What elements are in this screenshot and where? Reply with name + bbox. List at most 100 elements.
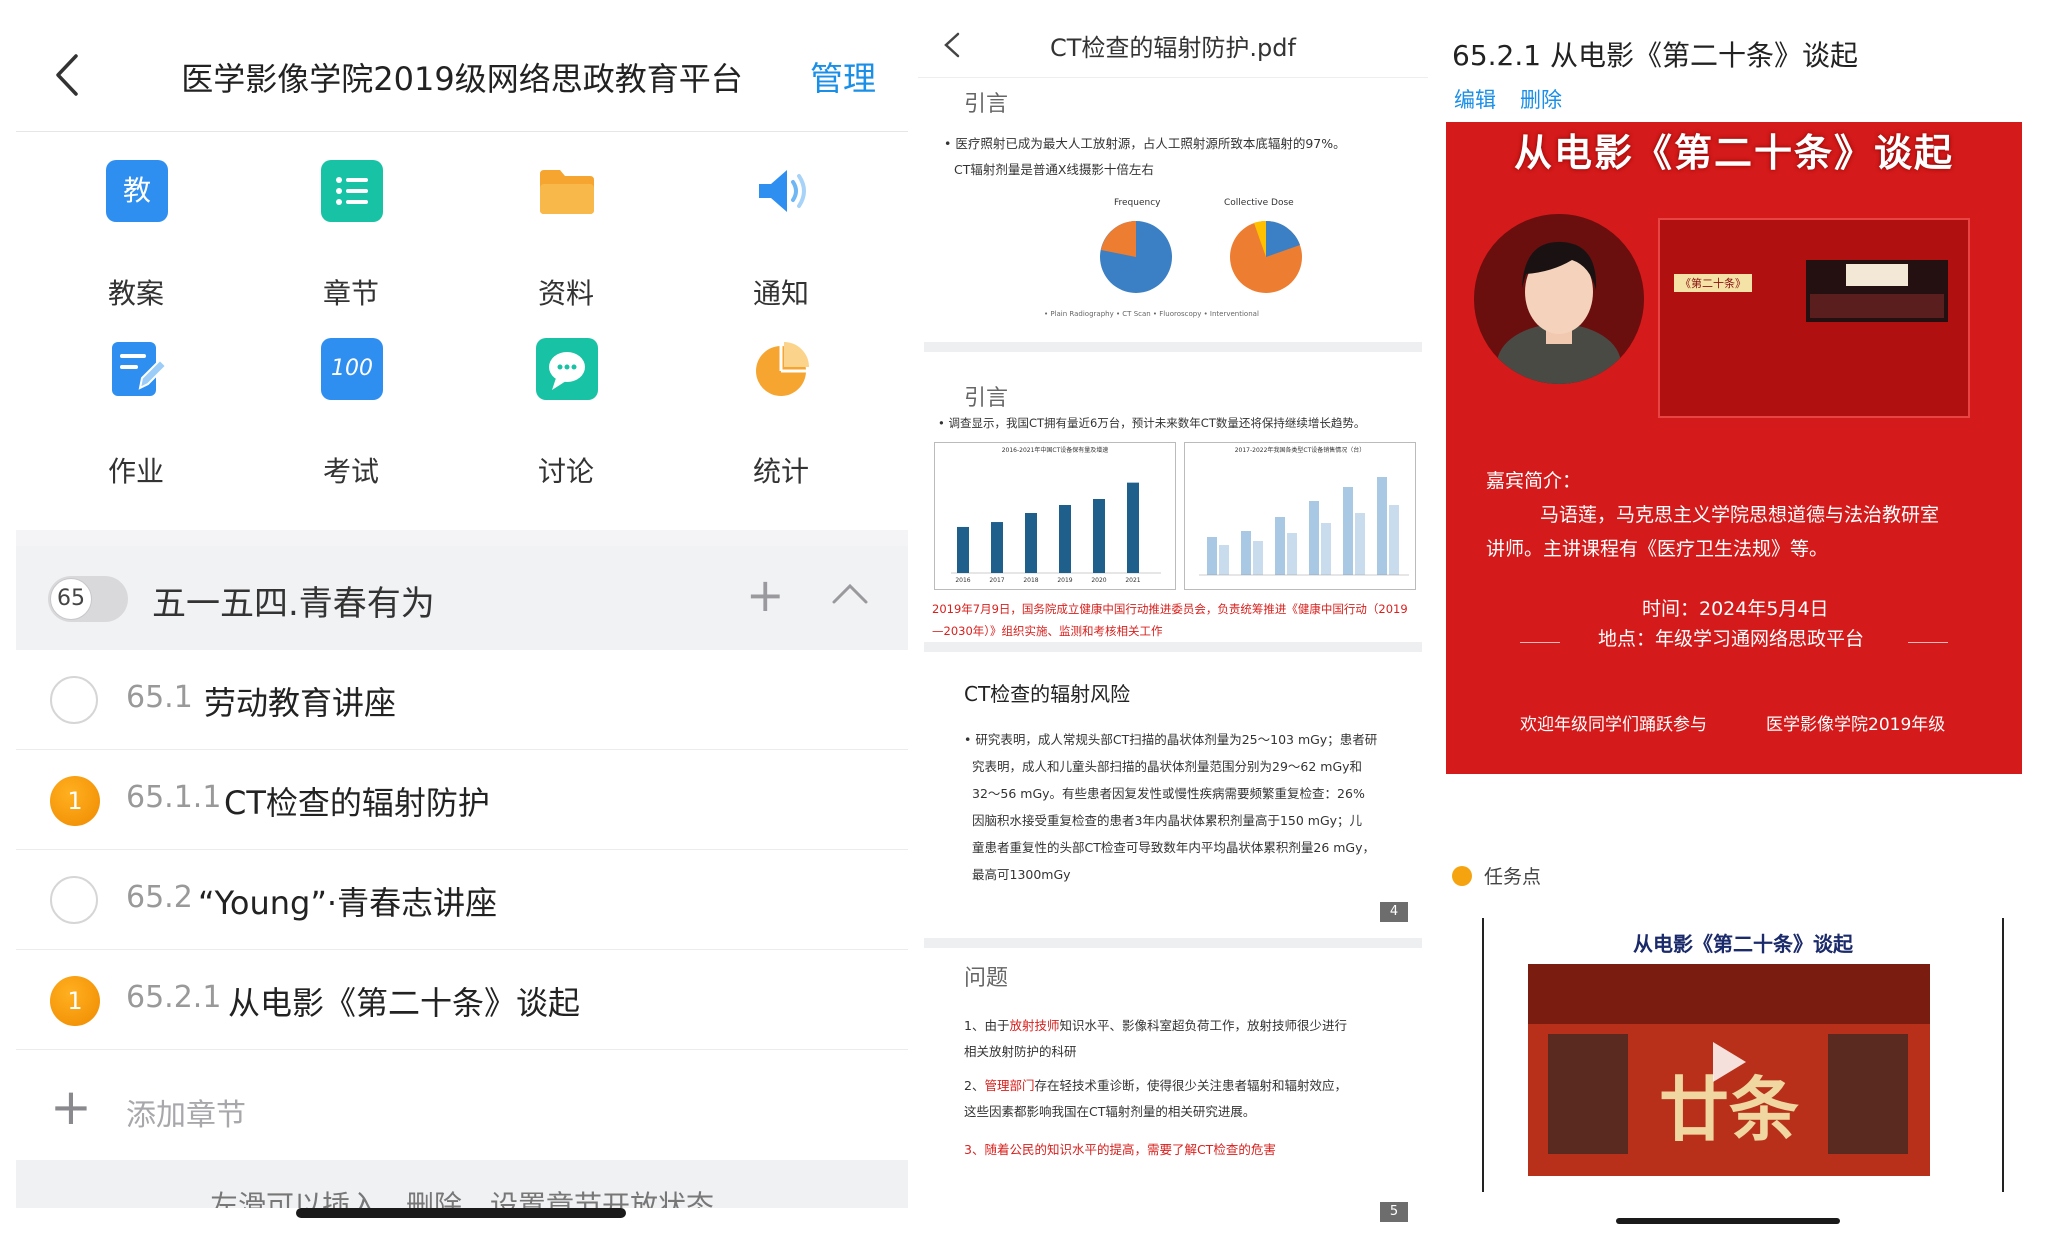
svg-text:廿条: 廿条 <box>1659 1069 1799 1151</box>
grid-item-notice[interactable]: 通知 <box>681 160 881 330</box>
section-title: 劳动教育讲座 <box>204 684 397 722</box>
home-indicator[interactable] <box>1616 1218 1840 1224</box>
theater-image <box>1806 260 1948 322</box>
delete-button[interactable]: 删除 <box>1520 84 1562 114</box>
plus-icon: + <box>50 1078 92 1136</box>
pie-title: Collective Dose <box>1224 198 1294 208</box>
grid-item-lesson-plan[interactable]: 教 教案 <box>36 160 236 330</box>
slide-text: 因脑积水接受重复检查的患者3年内晶状体累积剂量高于150 mGy；儿 <box>972 813 1363 828</box>
tick-label: 2020 <box>1091 577 1106 584</box>
poster-film-tag: 《第二十条》 <box>1674 274 1752 292</box>
swipe-hint-bar: 左滑可以插入、删除、设置章节开放状态 <box>16 1160 908 1208</box>
chapter-open-toggle[interactable]: 65 <box>48 576 128 622</box>
poster-rule <box>1908 642 1948 643</box>
pdf-page-intro-1: 引言 • 医疗照射已成为最大人工放射源，占人工照射源所致本底辐射的97%。 CT… <box>924 80 1422 342</box>
grid-label: 通知 <box>752 277 809 310</box>
edit-button[interactable]: 编辑 <box>1454 84 1496 114</box>
add-chapter-button[interactable]: + 添加章节 <box>16 1060 908 1160</box>
section-row[interactable]: 65.2 “Young”·青春志讲座 <box>16 850 908 950</box>
home-indicator[interactable] <box>296 1208 626 1218</box>
chart-title: 2017-2022年我国各类型CT设备销售情况（台） <box>1234 447 1366 454</box>
course-title: 医学影像学院2019级网络思政教育平台 <box>181 60 743 98</box>
section-number: 65.2 <box>126 880 193 915</box>
event-poster: 从电影《第二十条》谈起 《第二十条》 嘉宾简介： 马语莲，马克思主义学院思想道德… <box>1446 122 2022 774</box>
slide-heading: 引言 <box>964 92 1009 117</box>
video-thumbnail[interactable]: 廿条 <box>1528 964 1930 1176</box>
guest-photo <box>1474 214 1644 384</box>
tick-label: 2018 <box>1023 577 1038 584</box>
ct-sales-chart: 2017-2022年我国各类型CT设备销售情况（台） <box>1184 442 1416 590</box>
grid-label: 章节 <box>322 277 379 310</box>
course-header: 医学影像学院2019级网络思政教育平台 管理 <box>16 20 908 132</box>
slide-text: 2、管理部门存在轻技术重诊断，使得很少关注患者辐射和辐射效应， <box>964 1078 1347 1093</box>
add-chapter-label: 添加章节 <box>126 1098 246 1133</box>
folder-icon <box>540 170 594 214</box>
grid-label: 教案 <box>107 277 164 310</box>
pdf-title: CT检查的辐射防护.pdf <box>1050 34 1296 62</box>
tick-label: 2019 <box>1057 577 1072 584</box>
grid-item-discussion[interactable]: 讨论 <box>466 338 666 508</box>
slide-text: • 医疗照射已成为最大人工放射源，占人工照射源所致本底辐射的97%。 <box>944 136 1346 151</box>
event-time: 时间：2024年5月4日 <box>1642 598 1829 620</box>
slide-text: 1、由于放射技师知识水平、影像科室超负荷工作，放射技师很少进行 <box>964 1018 1347 1033</box>
grid-label: 统计 <box>752 455 809 488</box>
poster-welcome: 欢迎年级同学们踊跃参与 <box>1520 715 1707 735</box>
grid-label: 考试 <box>322 455 379 488</box>
grid-item-homework[interactable]: 作业 <box>36 338 236 508</box>
slide-text: • 调查显示，我国CT拥有量近6万台，预计未来数年CT数量还将保持继续增长趋势。 <box>938 416 1366 430</box>
section-row[interactable]: 1 65.1.1 CT检查的辐射防护 <box>16 750 908 850</box>
chapter-number: 65 <box>50 578 92 620</box>
grid-item-exam[interactable]: 100 考试 <box>251 338 451 508</box>
slide-text: 相关放射防护的科研 <box>964 1044 1077 1059</box>
video-title: 从电影《第二十条》谈起 <box>1633 932 1853 956</box>
ct-growth-chart: 2016-2021年中国CT设备保有量及增速 2016 2017 2018 2019 2… <box>934 442 1176 590</box>
section-title: 从电影《第二十条》谈起 <box>228 984 581 1022</box>
status-circle-icon <box>50 876 98 924</box>
manage-button[interactable]: 管理 <box>810 52 876 100</box>
slide-text: 童患者重复性的头部CT检查可导致数年内平均晶状体累积剂量26 mGy， <box>972 840 1376 855</box>
homework-icon <box>112 342 168 396</box>
section-title: “Young”·青春志讲座 <box>198 884 498 922</box>
grid-item-chapters[interactable]: 章节 <box>251 160 451 330</box>
bar-2016 <box>957 526 969 573</box>
task-point-label: 任务点 <box>1484 866 1542 888</box>
bar-2020 <box>1093 499 1105 573</box>
guest-intro-line2: 讲师。主讲课程有《医疗卫生法规》等。 <box>1486 538 1829 560</box>
poster-rule <box>1520 642 1560 643</box>
guest-label: 嘉宾简介： <box>1486 470 1582 492</box>
add-section-icon[interactable]: + <box>746 568 785 622</box>
section-row[interactable]: 65.1 劳动教育讲座 <box>16 650 908 750</box>
slide-text: CT辐射剂量是普通X线摄影十倍左右 <box>954 162 1154 177</box>
page-separator <box>924 938 1422 948</box>
ct-bar-chart: 2016 2017 2018 2019 2020 2021 <box>951 482 1161 584</box>
guest-intro-line1: 马语莲，马克思主义学院思想道德与法治教研室 <box>1540 504 1940 526</box>
video-player[interactable]: 从电影《第二十条》谈起 廿条 <box>1482 918 2004 1192</box>
tick-label: 2017 <box>989 577 1004 584</box>
grid-item-statistics[interactable]: 统计 <box>681 338 881 508</box>
pdf-page-risk: CT检查的辐射风险 • 研究表明，成人常规头部CT扫描的晶状体剂量为25～103… <box>924 652 1422 938</box>
slide-text: 3、随着公民的知识水平的提高，需要了解CT检查的危害 <box>964 1142 1276 1157</box>
grid-label: 作业 <box>107 455 164 488</box>
exam-icon: 100 <box>321 338 383 400</box>
pie-title: Frequency <box>1114 198 1161 208</box>
lecture-title: 65.2.1 从电影《第二十条》谈起 <box>1452 39 1858 72</box>
slide-heading: 问题 <box>964 966 1009 991</box>
page-separator <box>924 642 1422 652</box>
bar-2021 <box>1127 482 1139 573</box>
page-number: 4 <box>1380 902 1408 922</box>
pdf-page-issues: 问题 1、由于放射技师知识水平、影像科室超负荷工作，放射技师很少进行 相关放射防… <box>924 948 1422 1224</box>
poster-organizer: 医学影像学院2019年级 <box>1766 715 1946 735</box>
grid-item-materials[interactable]: 资料 <box>466 160 666 330</box>
task-point-icon <box>1452 866 1472 886</box>
event-place: 地点：年级学习通网络思政平台 <box>1598 628 1865 650</box>
slide-text: 这些因素都影响我国在CT辐射剂量的相关研究进展。 <box>964 1104 1256 1119</box>
poster-title: 从电影《第二十条》谈起 <box>1513 131 1954 175</box>
chapter-header[interactable]: 65 五一五四.青春有为 + <box>16 546 908 650</box>
chevron-up-icon[interactable] <box>830 574 870 614</box>
pdf-viewer: CT检查的辐射防护.pdf 引言 • 医疗照射已成为最大人工放射源，占人工照射源… <box>918 0 1428 1246</box>
slide-heading: CT检查的辐射风险 <box>964 682 1131 706</box>
section-title: CT检查的辐射防护 <box>224 784 490 822</box>
section-row[interactable]: 1 65.2.1 从电影《第二十条》谈起 <box>16 950 908 1050</box>
bar-2017 <box>991 522 1003 573</box>
tick-label: 2016 <box>955 577 970 584</box>
